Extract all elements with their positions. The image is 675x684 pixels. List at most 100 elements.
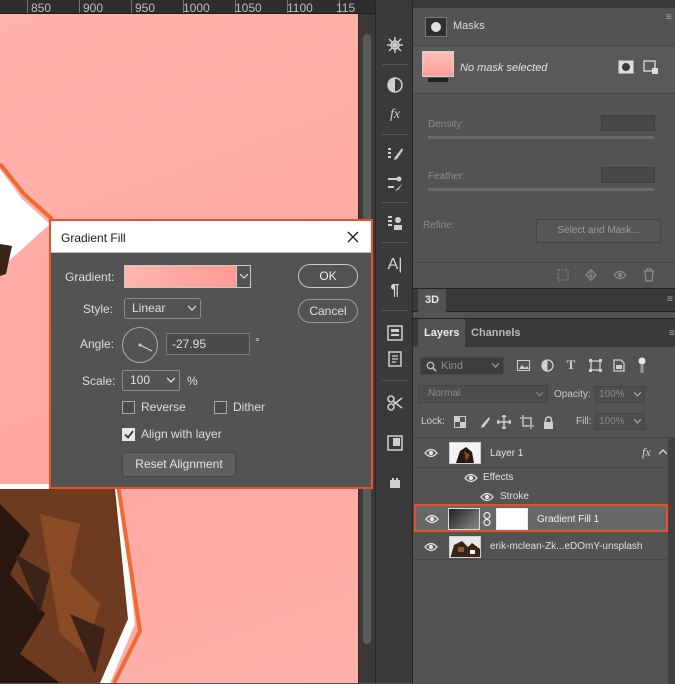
kind-label: Kind <box>441 360 464 372</box>
align-with-layer-checkbox[interactable] <box>122 428 135 441</box>
lock-position-icon[interactable] <box>497 415 511 429</box>
tab-3d[interactable]: 3D <box>418 289 446 312</box>
reset-alignment-button[interactable]: Reset Alignment <box>122 452 236 477</box>
link-chain-icon[interactable] <box>483 512 491 526</box>
navigator-icon[interactable] <box>381 32 409 58</box>
gradient-picker-dropdown[interactable] <box>237 265 251 288</box>
ruler-label: 850 <box>31 1 52 15</box>
layers-scrollbar[interactable] <box>668 438 675 684</box>
ruler-label: 900 <box>83 1 104 15</box>
ok-button[interactable]: OK <box>298 264 358 288</box>
ruler-label: 1100 <box>287 1 313 15</box>
lock-transparency-icon[interactable] <box>453 415 467 429</box>
delete-mask-trash-icon <box>642 268 656 282</box>
apply-mask-icon <box>584 268 598 282</box>
chevron-down-icon <box>188 305 196 311</box>
layer-thumbnail <box>449 536 481 558</box>
layer-row-layer-1[interactable]: Layer 1 fx <box>413 438 668 468</box>
mask-icon <box>425 17 447 37</box>
styles-fx-icon[interactable]: fx <box>381 102 409 128</box>
masks-footer <box>413 262 675 286</box>
style-label: Style: <box>83 302 114 316</box>
dialog-titlebar: Gradient Fill <box>51 221 371 253</box>
tool-presets-icon[interactable] <box>381 210 409 236</box>
chevron-down-icon <box>239 274 248 279</box>
character-icon[interactable]: A| <box>381 252 409 278</box>
ruler-label: 1000 <box>183 1 210 15</box>
cancel-button[interactable]: Cancel <box>298 299 358 323</box>
layer-row-photo[interactable]: erik-mclean-Zk...eDOmY-unsplash <box>413 534 668 560</box>
gradient-preview-swatch[interactable] <box>124 265 237 288</box>
fill-field: 100% <box>595 413 645 430</box>
fill-value: 100% <box>599 416 625 427</box>
feather-slider <box>428 188 654 191</box>
panel-menu-icon[interactable]: ≡ <box>667 294 673 305</box>
dialog-title: Gradient Fill <box>61 231 126 245</box>
gradient-fill-dialog: Gradient Fill Gradient: Style: Linear An… <box>49 219 373 489</box>
notes-icon[interactable] <box>381 346 409 372</box>
mask-selection-row: No mask selected <box>413 46 675 94</box>
adjustment-layer-filter-icon[interactable] <box>540 358 554 372</box>
chevron-down-icon <box>536 392 543 397</box>
panel-menu-icon[interactable]: ≡ <box>666 12 672 23</box>
close-icon[interactable] <box>345 229 361 245</box>
horizontal-ruler: 850 900 950 1000 1050 1100 115 <box>0 0 375 15</box>
lock-artboard-icon[interactable] <box>520 415 534 429</box>
tab-channels[interactable]: Channels <box>465 319 527 348</box>
smart-object-filter-icon[interactable] <box>612 358 626 372</box>
angle-input[interactable]: -27.95 <box>166 333 250 355</box>
visibility-eye-icon[interactable] <box>423 541 439 553</box>
visibility-eye-icon[interactable] <box>479 491 495 503</box>
kind-filter-select[interactable]: Kind <box>420 357 504 375</box>
dither-label: Dither <box>233 400 266 414</box>
dither-checkbox[interactable] <box>214 401 227 414</box>
lock-image-pixels-icon[interactable] <box>476 415 490 429</box>
adjustments-icon[interactable] <box>381 72 409 98</box>
scale-input[interactable]: 100 <box>122 370 180 391</box>
refine-label: Refine: <box>423 220 455 231</box>
layers-tabbar: Layers Channels ≡ <box>413 318 675 348</box>
add-pixel-mask-icon[interactable] <box>618 60 634 74</box>
scale-value: 100 <box>130 373 151 387</box>
no-mask-text: No mask selected <box>460 62 548 74</box>
brush-settings-icon[interactable] <box>381 142 409 168</box>
density-field <box>601 115 655 131</box>
effects-row[interactable]: Effects <box>413 468 668 488</box>
layer-mask-thumbnail <box>496 508 528 530</box>
chevron-down-icon <box>167 377 175 383</box>
angle-dial[interactable] <box>122 327 158 363</box>
tab-layers[interactable]: Layers <box>418 319 466 348</box>
lock-fill-row: Lock: Fill: 100% <box>413 410 675 434</box>
paragraph-icon[interactable]: ¶ <box>381 278 409 304</box>
visibility-eye-icon[interactable] <box>423 447 439 459</box>
layer-thumbnail <box>449 442 481 464</box>
pixel-layer-filter-icon[interactable] <box>516 358 530 372</box>
add-vector-mask-icon[interactable] <box>643 60 659 74</box>
filter-toggle-icon[interactable] <box>635 357 649 373</box>
shape-layer-filter-icon[interactable] <box>588 358 602 372</box>
style-select[interactable]: Linear <box>124 298 201 319</box>
visibility-eye-icon[interactable] <box>424 513 440 525</box>
mask-thumbnail-base <box>428 78 448 82</box>
select-and-mask-button: Select and Mask... <box>536 219 661 243</box>
feather-field <box>601 167 655 183</box>
collapse-effects-icon[interactable] <box>659 449 667 455</box>
align-with-layer-label: Align with layer <box>141 427 222 441</box>
percent-unit: % <box>187 374 198 388</box>
chevron-down-icon <box>492 363 499 368</box>
visibility-eye-icon[interactable] <box>463 472 479 484</box>
panel-menu-icon[interactable]: ≡ <box>669 328 675 339</box>
clone-source-icon[interactable] <box>381 170 409 196</box>
timeline-icon[interactable] <box>381 470 409 496</box>
artboard-icon[interactable] <box>381 430 409 456</box>
lock-all-icon[interactable] <box>541 415 555 429</box>
reverse-checkbox[interactable] <box>122 401 135 414</box>
ruler-label: 950 <box>135 1 156 15</box>
layer-filter-row: Kind T <box>413 352 675 380</box>
type-layer-filter-icon[interactable]: T <box>564 357 578 372</box>
tools-scissors-icon[interactable] <box>381 390 409 416</box>
density-label: Density: <box>428 119 465 130</box>
blend-mode-value: Normal <box>428 388 461 399</box>
libraries-icon[interactable] <box>381 320 409 346</box>
layer-row-gradient-fill-1[interactable]: Gradient Fill 1 <box>414 504 668 532</box>
